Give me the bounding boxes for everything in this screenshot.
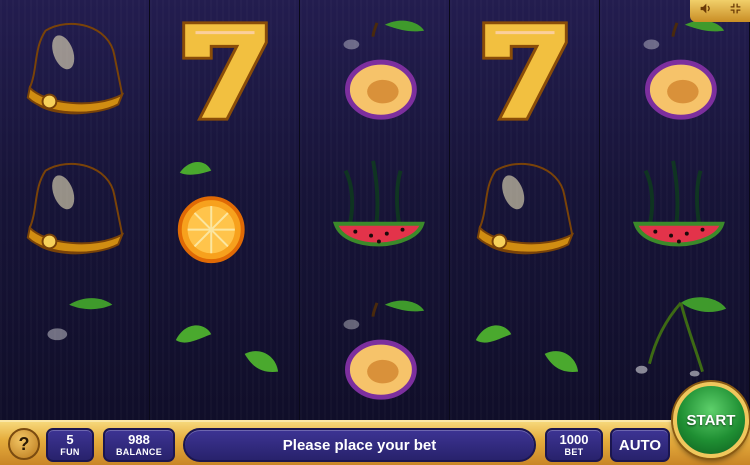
top-controls <box>690 0 750 22</box>
auto-label: AUTO <box>618 436 662 454</box>
bottom-bar: ? 5 FUN 988 BALANCE Please place your be… <box>0 420 750 465</box>
start-button[interactable]: START <box>673 382 749 458</box>
collapse-icon[interactable] <box>729 2 742 20</box>
message-panel: Please place your bet <box>183 428 536 462</box>
balance-panel: 988 BALANCE <box>103 428 175 462</box>
fun-label: FUN <box>60 447 80 457</box>
plum-icon <box>300 280 450 420</box>
reel-2 <box>150 0 300 420</box>
bet-panel[interactable]: 1000 BET <box>545 428 603 462</box>
start-label: START <box>686 411 736 429</box>
balance-value: 988 <box>128 432 150 447</box>
help-label: ? <box>18 433 30 454</box>
balance-label: BALANCE <box>115 447 163 457</box>
orange-icon <box>150 140 300 280</box>
speaker-icon[interactable] <box>699 2 712 20</box>
bell-icon <box>0 0 150 140</box>
reel-1 <box>0 0 150 420</box>
help-button[interactable]: ? <box>8 428 40 460</box>
bet-label: BET <box>564 447 584 457</box>
plum-icon <box>300 0 450 140</box>
bell-icon <box>450 140 600 280</box>
bet-value: 1000 <box>559 432 589 447</box>
bell-icon <box>0 140 150 280</box>
fun-panel[interactable]: 5 FUN <box>46 428 94 462</box>
reel-3 <box>300 0 450 420</box>
watermelon-icon <box>300 140 450 280</box>
watermelon-icon <box>600 140 750 280</box>
fun-value: 5 <box>66 432 74 447</box>
grapes-icon <box>150 280 300 420</box>
grapes-icon <box>450 280 600 420</box>
status-message: Please place your bet <box>282 436 437 454</box>
seven-icon <box>150 0 300 140</box>
auto-button[interactable]: AUTO <box>610 428 670 462</box>
lemon-icon <box>0 280 150 420</box>
seven-icon <box>450 0 600 140</box>
reel-4 <box>450 0 600 420</box>
reel-5 <box>600 0 750 420</box>
reels-area <box>0 0 750 420</box>
